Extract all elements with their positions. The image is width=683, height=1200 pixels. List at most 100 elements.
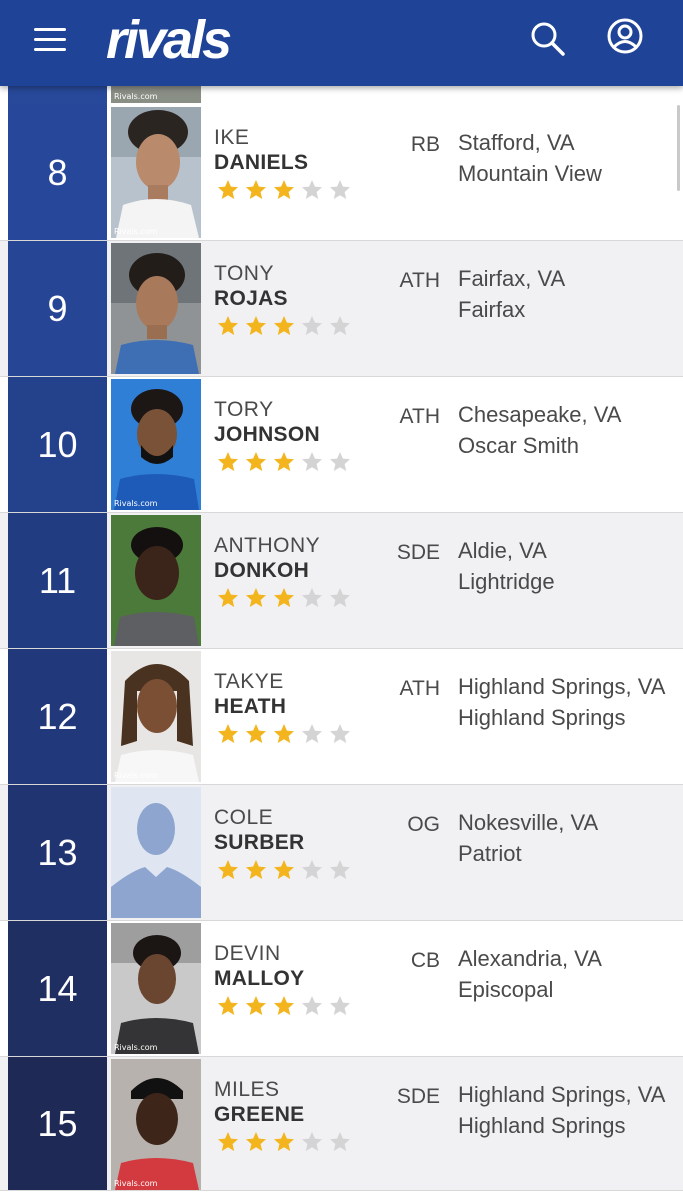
player-last-name[interactable]: DANIELS [214,151,308,175]
star-filled-icon [246,588,266,607]
star-rating [214,994,354,1018]
rankings-page: Rivals.com 8 Rivals.com IKE DANIELS RB S… [0,0,683,1200]
hometown-text: Chesapeake, VA [458,402,622,427]
hometown-text: Highland Springs, VA [458,674,666,699]
photo-watermark: Rivals.com [114,1043,158,1052]
player-first-name[interactable]: ANTHONY [214,534,320,558]
player-photo: Rivals.com [111,923,201,1054]
player-position: RB [410,133,440,156]
table-row[interactable]: 9 TONY ROJAS ATH Fairfax, VA Fairfax [0,241,683,377]
player-photo [111,243,201,374]
star-filled-icon [246,724,266,743]
hometown-text: Alexandria, VA [458,946,602,971]
star-empty-icon [302,1132,322,1151]
default-avatar-icon [111,787,201,918]
rank-cell: 14 [8,921,107,1056]
player-portrait-image [111,107,201,238]
star-rating [214,1130,354,1154]
player-hometown: Highland Springs, VA Highland Springs [458,1079,676,1141]
player-position: CB [410,949,440,972]
hometown-text: Fairfax, VA [458,266,566,291]
table-row[interactable]: 8 Rivals.com IKE DANIELS RB Stafford, VA… [0,105,683,241]
star-filled-icon [218,588,238,607]
photo-watermark: Rivals.com [114,499,158,508]
star-empty-icon [302,452,322,471]
star-filled-icon [274,724,294,743]
star-rating [214,858,354,882]
player-hometown: Alexandria, VA Episcopal [458,943,676,1005]
player-hometown: Aldie, VA Lightridge [458,535,676,597]
star-filled-icon [274,316,294,335]
player-position: OG [407,813,440,836]
player-first-name[interactable]: DEVIN [214,942,281,966]
search-icon[interactable] [527,18,569,60]
star-filled-icon [274,180,294,199]
player-portrait-image [111,243,201,374]
player-position: ATH [399,677,440,700]
player-portrait-image [111,923,201,1054]
school-text: Fairfax [458,297,526,322]
school-text: Mountain View [458,161,602,186]
player-first-name[interactable]: IKE [214,126,249,150]
star-filled-icon [274,452,294,471]
player-first-name[interactable]: TONY [214,262,274,286]
school-text: Highland Springs [458,705,626,730]
star-filled-icon [246,860,266,879]
player-position: ATH [399,405,440,428]
player-last-name[interactable]: SURBER [214,831,304,855]
star-empty-icon [330,588,350,607]
player-first-name[interactable]: MILES [214,1078,280,1102]
star-filled-icon [246,1132,266,1151]
player-last-name[interactable]: MALLOY [214,967,304,991]
rivals-logo[interactable]: rivals [106,8,232,72]
player-hometown: Nokesville, VA Patriot [458,807,676,869]
table-row[interactable]: 12 Rivals.com TAKYE HEATH ATH Highland S… [0,649,683,785]
star-empty-icon [330,1132,350,1151]
player-last-name[interactable]: GREENE [214,1103,305,1127]
photo-watermark: Rivals.com [114,1179,158,1188]
player-portrait-image [111,1059,201,1190]
star-filled-icon [274,860,294,879]
player-photo [111,515,201,646]
school-text: Oscar Smith [458,433,580,458]
hometown-text: Nokesville, VA [458,810,599,835]
star-filled-icon [218,180,238,199]
account-icon[interactable] [603,14,647,58]
photo-watermark: Rivals.com [114,92,158,101]
photo-watermark: Rivals.com [114,227,158,236]
player-first-name[interactable]: TAKYE [214,670,284,694]
hamburger-menu-icon[interactable] [28,20,72,60]
school-text: Patriot [458,841,522,866]
star-filled-icon [246,180,266,199]
star-empty-icon [302,180,322,199]
star-empty-icon [330,724,350,743]
star-rating [214,178,354,202]
star-empty-icon [302,860,322,879]
player-last-name[interactable]: DONKOH [214,559,309,583]
star-filled-icon [246,316,266,335]
player-position: ATH [399,269,440,292]
top-navigation-bar: rivals [0,0,683,86]
table-row[interactable]: 14 Rivals.com DEVIN MALLOY CB Alexandria… [0,921,683,1057]
player-hometown: Highland Springs, VA Highland Springs [458,671,676,733]
star-empty-icon [302,316,322,335]
player-photo: Rivals.com [111,379,201,510]
table-row[interactable]: 15 Rivals.com MILES GREENE SDE Highland … [0,1057,683,1191]
player-last-name[interactable]: JOHNSON [214,423,320,447]
school-text: Episcopal [458,977,554,1002]
table-row[interactable]: 13 COLE SURBER OG Nokesville, VA Patriot [0,785,683,921]
scrollbar[interactable] [677,105,680,191]
player-first-name[interactable]: COLE [214,806,273,830]
player-hometown: Fairfax, VA Fairfax [458,263,676,325]
photo-watermark: Rivals.com [114,771,158,780]
rank-cell: 9 [8,241,107,376]
player-photo: Rivals.com [111,107,201,238]
star-empty-icon [302,996,322,1015]
table-row[interactable]: 11 ANTHONY DONKOH SDE Aldie, VA Lightrid… [0,513,683,649]
rank-cell: 8 [8,105,107,240]
player-last-name[interactable]: HEATH [214,695,286,719]
player-hometown: Stafford, VA Mountain View [458,127,676,189]
player-last-name[interactable]: ROJAS [214,287,288,311]
player-first-name[interactable]: TORY [214,398,274,422]
table-row[interactable]: 10 Rivals.com TORY JOHNSON ATH Chesapeak… [0,377,683,513]
